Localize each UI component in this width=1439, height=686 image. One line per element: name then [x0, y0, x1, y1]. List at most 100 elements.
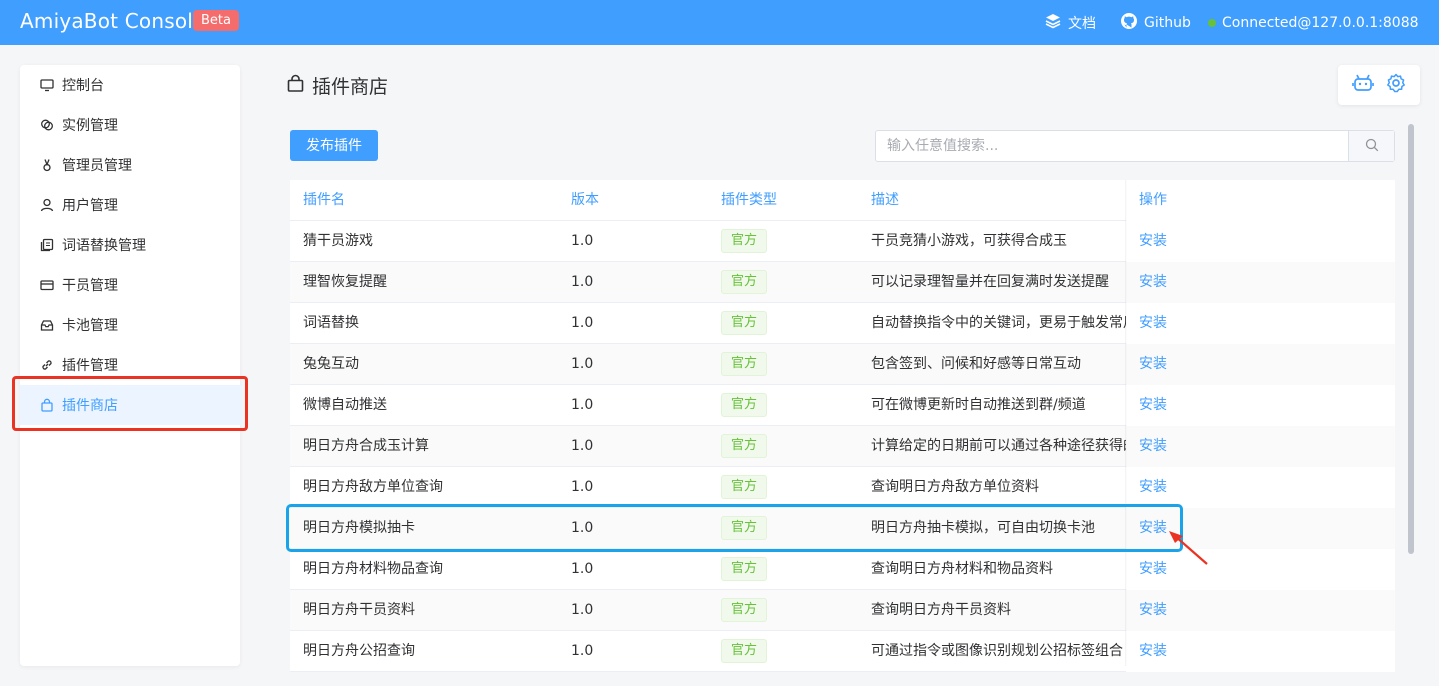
- sidebar-item-label: 控制台: [62, 78, 104, 94]
- table-row: 词语替换 1.0 官方 自动替换指令中的关键词，更易于触发常用 安装: [290, 303, 1395, 344]
- table-row: 微博自动推送 1.0 官方 可在微博更新时自动推送到群/频道 安装: [290, 385, 1395, 426]
- cell-op: 安装: [1126, 385, 1395, 426]
- cell-op: 安装: [1126, 221, 1395, 262]
- install-link[interactable]: 安装: [1139, 315, 1167, 331]
- github-icon: [1120, 12, 1144, 34]
- cell-op: 安装: [1126, 262, 1395, 303]
- cell-op: 安装: [1126, 467, 1395, 508]
- cell-desc: 可通过指令或图像识别规划公招标签组合: [871, 643, 1123, 659]
- cell-name: 猜干员游戏: [303, 233, 373, 249]
- official-tag: 官方: [721, 598, 768, 622]
- cell-type: 官方: [721, 426, 861, 467]
- sidebar-item-users[interactable]: 用户管理: [20, 185, 240, 225]
- sidebar-item-label: 卡池管理: [62, 318, 118, 334]
- sidebar-item-label: 词语替换管理: [62, 238, 146, 254]
- column-header-type: 插件类型: [721, 192, 777, 208]
- column-header-desc: 描述: [871, 192, 899, 208]
- cell-desc: 查询明日方舟干员资料: [871, 602, 1011, 618]
- official-tag: 官方: [721, 352, 768, 376]
- publish-plugin-button[interactable]: 发布插件: [290, 130, 378, 161]
- robot-icon[interactable]: [1352, 73, 1374, 97]
- cell-version: 1.0: [571, 356, 594, 372]
- cell-name: 明日方舟干员资料: [303, 602, 415, 618]
- cell-version: 1.0: [571, 561, 594, 577]
- sidebar-item-label: 用户管理: [62, 198, 118, 214]
- table-header: 插件名 版本 插件类型 描述 操作: [290, 180, 1395, 221]
- install-link[interactable]: 安装: [1139, 397, 1167, 413]
- sidebar-item-label: 管理员管理: [62, 158, 132, 174]
- sidebar-item-word-replace[interactable]: 词语替换管理: [20, 225, 240, 265]
- sidebar-item-instances[interactable]: 实例管理: [20, 105, 240, 145]
- official-tag: 官方: [721, 434, 768, 458]
- cell-type: 官方: [721, 549, 861, 590]
- cell-version: 1.0: [571, 479, 594, 495]
- cell-name: 兔兔互动: [303, 356, 359, 372]
- sidebar-item-label: 实例管理: [62, 118, 118, 134]
- cell-type: 官方: [721, 385, 861, 426]
- install-link[interactable]: 安装: [1139, 561, 1167, 577]
- install-link[interactable]: 安装: [1139, 602, 1167, 618]
- cell-op: 安装: [1126, 303, 1395, 344]
- official-tag: 官方: [721, 229, 768, 253]
- link-icon: [40, 358, 54, 372]
- install-link[interactable]: 安装: [1139, 438, 1167, 454]
- cell-name: 明日方舟合成玉计算: [303, 438, 429, 454]
- search-input[interactable]: [876, 131, 1348, 161]
- cell-type: 官方: [721, 344, 861, 385]
- gear-icon[interactable]: [1386, 73, 1406, 97]
- cell-type: 官方: [721, 221, 861, 262]
- fixed-column-shadow: [1125, 180, 1127, 666]
- cell-type: 官方: [721, 467, 861, 508]
- column-header-op: 操作: [1126, 180, 1395, 221]
- cell-desc: 查询明日方舟材料和物品资料: [871, 561, 1053, 577]
- table-row: 理智恢复提醒 1.0 官方 可以记录理智量并在回复满时发送提醒 安装: [290, 262, 1395, 303]
- document-icon: [40, 238, 54, 252]
- table-row: 兔兔互动 1.0 官方 包含签到、问候和好感等日常互动 安装: [290, 344, 1395, 385]
- cell-version: 1.0: [571, 315, 594, 331]
- install-link[interactable]: 安装: [1139, 479, 1167, 495]
- vertical-scrollbar[interactable]: [1408, 124, 1414, 554]
- cell-version: 1.0: [571, 602, 594, 618]
- cell-desc: 自动替换指令中的关键词，更易于触发常用: [871, 315, 1126, 331]
- admin-icon: [40, 158, 54, 172]
- official-tag: 官方: [721, 639, 768, 663]
- table-row: 明日方舟敌方单位查询 1.0 官方 查询明日方舟敌方单位资料 安装: [290, 467, 1395, 508]
- cell-name: 明日方舟公招查询: [303, 643, 415, 659]
- sidebar-item-console[interactable]: 控制台: [20, 65, 240, 105]
- table-row: 猜干员游戏 1.0 官方 干员竞猜小游戏，可获得合成玉 安装: [290, 221, 1395, 262]
- layers-icon: [1044, 12, 1068, 34]
- install-link[interactable]: 安装: [1139, 233, 1167, 249]
- install-link[interactable]: 安装: [1139, 643, 1167, 659]
- install-link[interactable]: 安装: [1139, 356, 1167, 372]
- page-title-text: 插件商店: [312, 76, 389, 98]
- cell-desc: 干员竞猜小游戏，可获得合成玉: [871, 233, 1067, 249]
- cell-name: 理智恢复提醒: [303, 274, 387, 290]
- cell-version: 1.0: [571, 397, 594, 413]
- github-link[interactable]: Github: [1120, 0, 1191, 45]
- official-tag: 官方: [721, 311, 768, 335]
- cell-desc: 计算给定的日期前可以通过各种途径获得的: [871, 438, 1126, 454]
- sidebar-item-operators[interactable]: 干员管理: [20, 265, 240, 305]
- docs-label: 文档: [1068, 15, 1096, 32]
- docs-link[interactable]: 文档: [1044, 0, 1096, 45]
- pool-icon: [40, 318, 54, 332]
- search-button[interactable]: [1348, 131, 1394, 161]
- annotation-highlight-sidebar: [12, 376, 248, 431]
- cell-desc: 查询明日方舟敌方单位资料: [871, 479, 1039, 495]
- cell-version: 1.0: [571, 643, 594, 659]
- annotation-highlight-row: [286, 504, 1183, 552]
- cell-op: 安装: [1126, 590, 1395, 631]
- sidebar-item-admins[interactable]: 管理员管理: [20, 145, 240, 185]
- cell-type: 官方: [721, 590, 861, 631]
- app-title: AmiyaBot Console: [20, 9, 206, 33]
- cell-name: 词语替换: [303, 315, 359, 331]
- top-header: AmiyaBot Console Beta 文档 Github Connecte…: [0, 0, 1439, 45]
- sidebar-item-pools[interactable]: 卡池管理: [20, 305, 240, 345]
- search-box: [875, 130, 1395, 162]
- cell-op: 安装: [1126, 344, 1395, 385]
- page-title: 插件商店: [287, 72, 388, 99]
- install-link[interactable]: 安装: [1139, 274, 1167, 290]
- column-header-version: 版本: [571, 192, 599, 208]
- cell-name: 微博自动推送: [303, 397, 387, 413]
- sidebar: 控制台 实例管理 管理员管理 用户管理 词语替换管理 干员管理 卡池管理 插件管…: [20, 65, 242, 666]
